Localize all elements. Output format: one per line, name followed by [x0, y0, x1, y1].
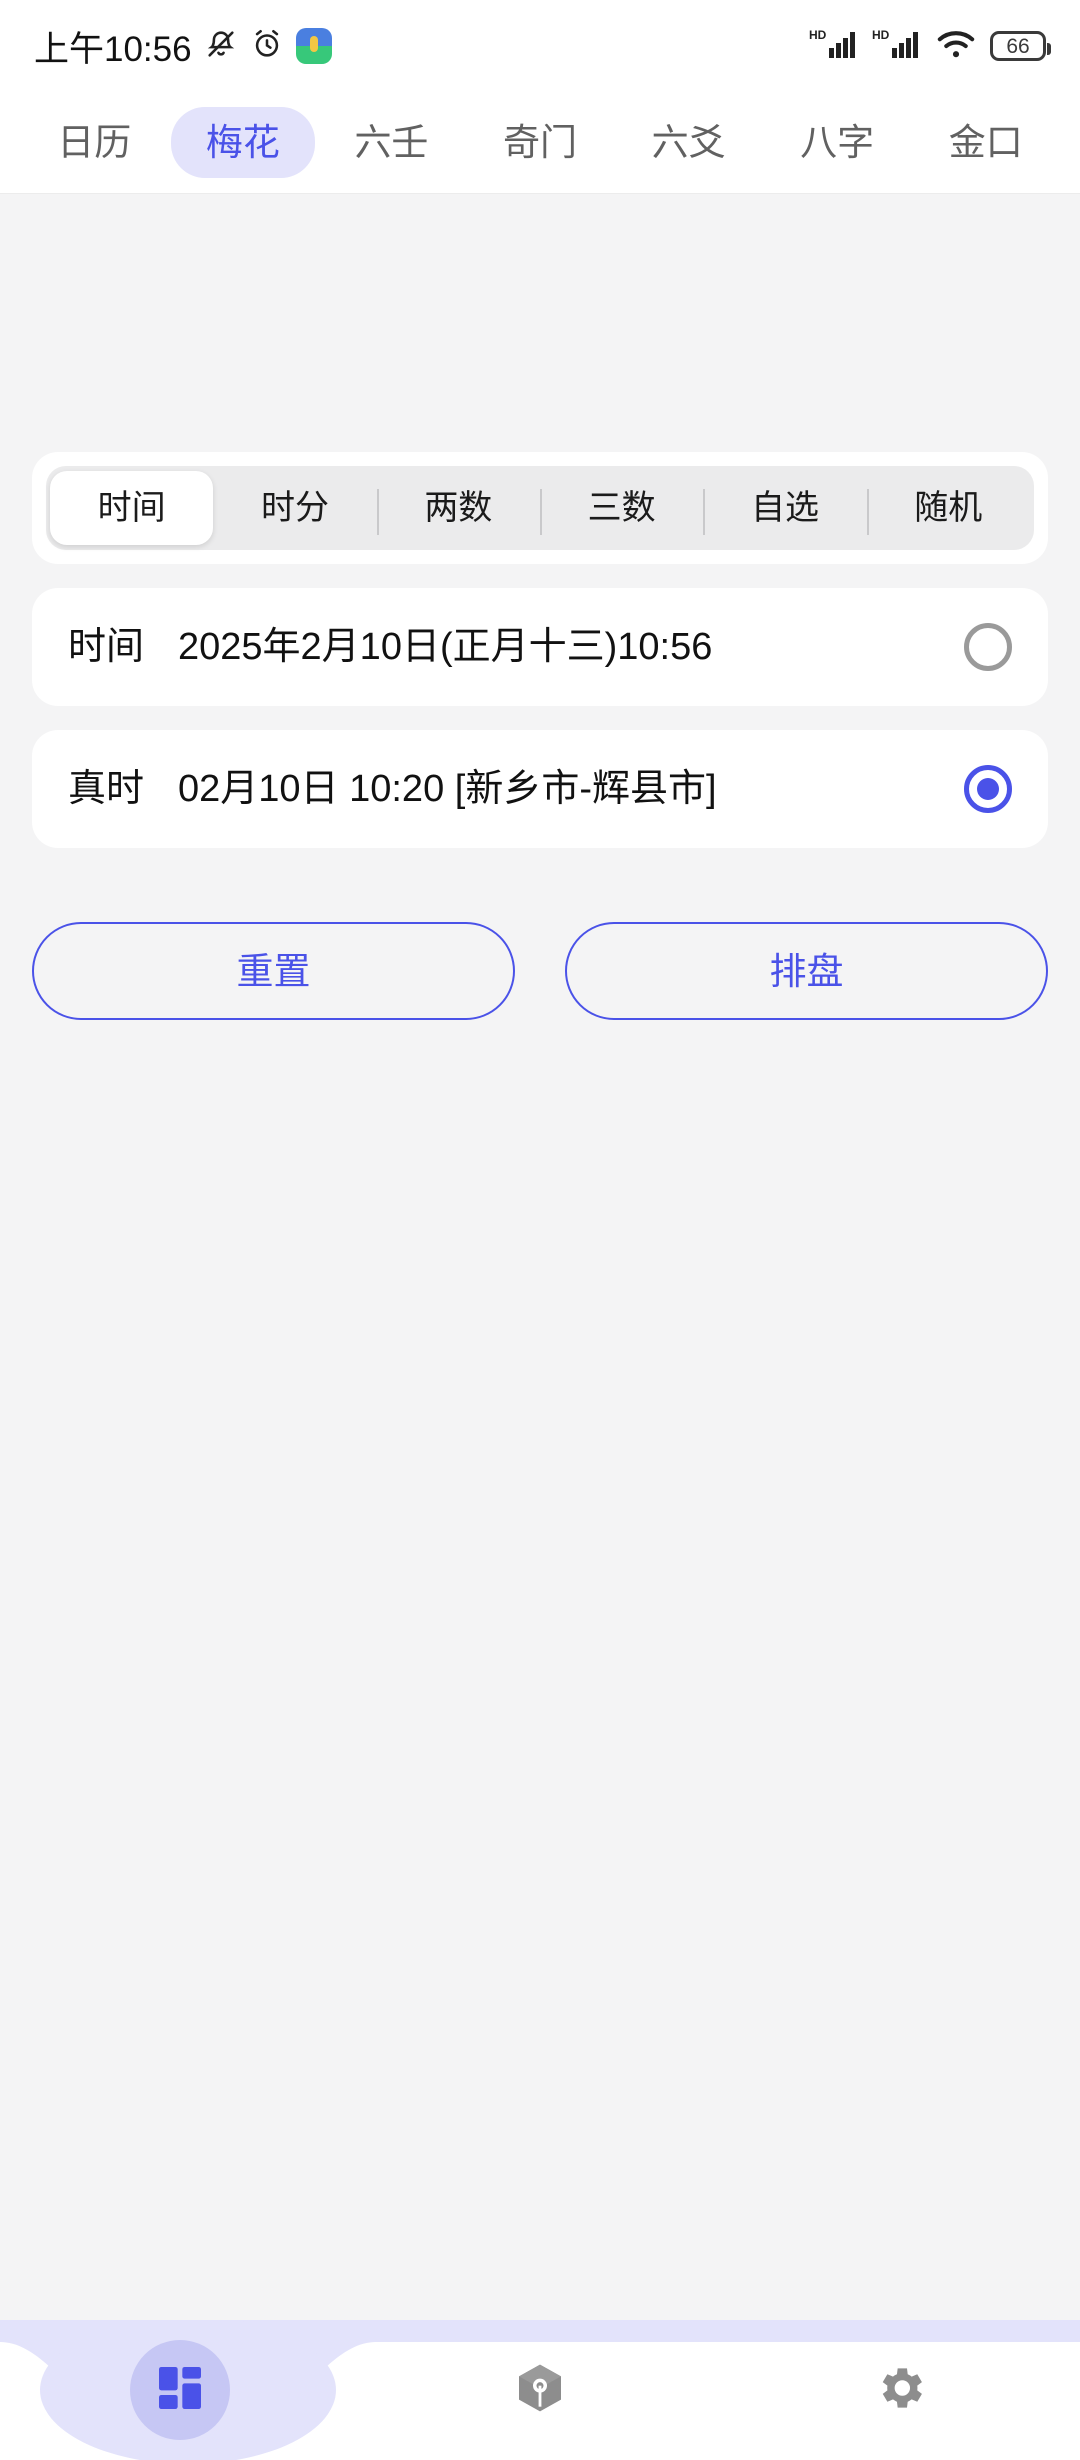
cube-icon: [512, 2360, 568, 2421]
mode-segmented-control: 时间 时分 两数 三数 自选 随机: [46, 466, 1034, 550]
gear-icon: [872, 2360, 928, 2421]
tab-qimen[interactable]: 奇门: [468, 107, 613, 178]
nav-item-settings[interactable]: [720, 2320, 1080, 2460]
nav-item-dashboard[interactable]: [0, 2320, 360, 2460]
action-button-row: 重置 排盘: [32, 922, 1048, 1020]
wifi-icon: [935, 27, 977, 66]
truetime-row[interactable]: 真时 02月10日 10:20 [新乡市-辉县市]: [32, 730, 1048, 848]
app-badge-icon: [295, 28, 332, 64]
time-row-label: 时间: [68, 626, 145, 668]
top-tab-bar: 日历 梅花 六壬 奇门 六爻 八字 金口: [0, 92, 1080, 194]
time-row-value[interactable]: 2025年2月10日(正月十三)10:56: [178, 628, 964, 666]
tab-meihua[interactable]: 梅花: [170, 107, 316, 178]
status-bar: 上午10:56 HD HD 66: [0, 0, 1080, 92]
top-spacer: [32, 194, 1048, 452]
segment-item-shifen[interactable]: 时分: [213, 471, 376, 545]
reset-button[interactable]: 重置: [32, 922, 515, 1020]
battery-level: 66: [1006, 34, 1030, 58]
segment-item-suiji[interactable]: 随机: [866, 471, 1030, 545]
paipan-button[interactable]: 排盘: [565, 922, 1048, 1020]
segment-item-liangshu[interactable]: 两数: [376, 471, 540, 545]
tab-jinkou[interactable]: 金口: [913, 107, 1058, 178]
nav-items: [0, 2320, 1080, 2460]
truetime-row-radio[interactable]: [964, 765, 1012, 813]
tab-liuren[interactable]: 六壬: [319, 107, 464, 178]
status-bar-left: 上午10:56: [34, 21, 332, 72]
bottom-navigation-bar: [0, 2320, 1080, 2460]
truetime-row-label: 真时: [68, 768, 145, 810]
nav-item-tools[interactable]: [360, 2320, 720, 2460]
svg-text:HD: HD: [872, 28, 890, 42]
grid-icon: [152, 2360, 208, 2421]
svg-text:HD: HD: [809, 28, 827, 42]
segment-item-sanshu[interactable]: 三数: [539, 471, 703, 545]
truetime-row-value[interactable]: 02月10日 10:20 [新乡市-辉县市]: [178, 770, 964, 808]
status-clock: 上午10:56: [34, 29, 192, 69]
signal-bars-icon: HD: [872, 26, 922, 67]
segment-item-shijian[interactable]: 时间: [50, 471, 214, 545]
tab-bazi[interactable]: 八字: [765, 107, 910, 178]
signal-bars-icon: HD: [809, 26, 859, 67]
mode-segment-card: 时间 时分 两数 三数 自选 随机: [32, 452, 1048, 564]
app-screen: 上午10:56 HD HD 66 日历 梅花 六壬 奇门 六爻 八字 金口 时间…: [0, 0, 1080, 2460]
tab-liuyao[interactable]: 六爻: [616, 107, 761, 178]
battery-icon: 66: [990, 31, 1051, 61]
main-content: 时间 时分 两数 三数 自选 随机 时间 2025年2月10日(正月十三)10:…: [0, 194, 1080, 2460]
segment-item-zixuan[interactable]: 自选: [703, 471, 866, 545]
alarm-icon: [250, 27, 284, 66]
mute-icon: [204, 27, 238, 66]
status-bar-right: HD HD 66: [809, 26, 1051, 67]
time-row-radio[interactable]: [964, 623, 1012, 671]
time-row[interactable]: 时间 2025年2月10日(正月十三)10:56: [32, 588, 1048, 706]
tab-rili[interactable]: 日历: [22, 107, 167, 178]
